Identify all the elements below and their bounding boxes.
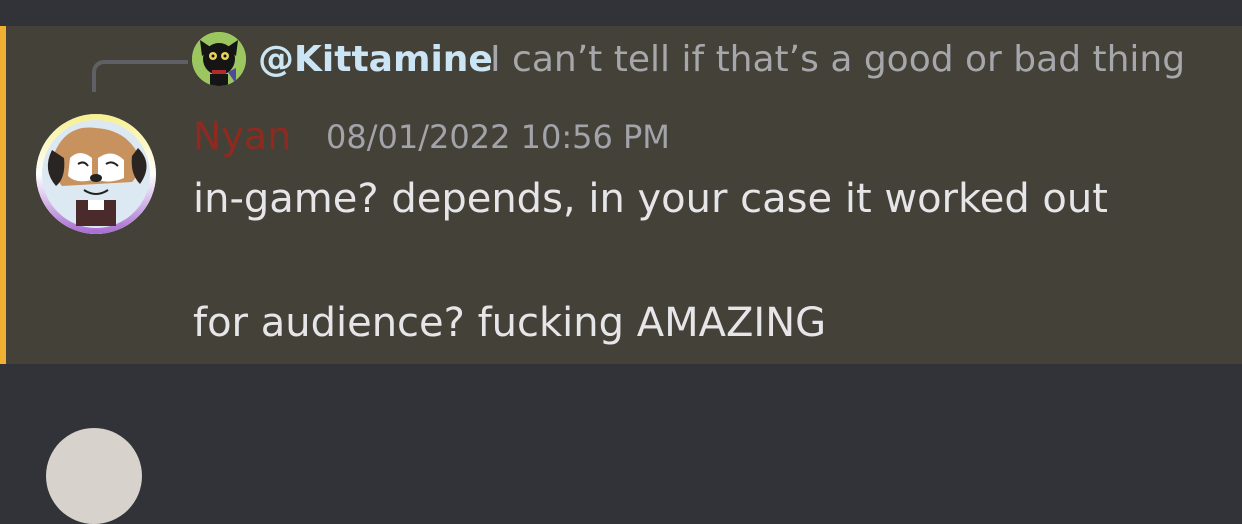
black-cat-icon [192,32,246,86]
message-text-line: for audience? fucking AMAZING [193,300,827,346]
reply-avatar[interactable] [192,32,246,86]
top-strip [0,0,1242,26]
reply-author-name[interactable]: @Kittamine [258,36,493,84]
reply-connector [92,60,188,92]
message-author-name[interactable]: Nyan [193,110,291,162]
next-message-avatar[interactable] [46,428,142,524]
message-timestamp: 08/01/2022 10:56 PM [326,118,670,156]
reply-preview-text[interactable]: I can’t tell if that’s a good or bad thi… [490,36,1185,84]
dog-character-icon [36,114,156,234]
author-avatar[interactable] [36,114,156,234]
mention-accent-bar [0,26,6,364]
message-text-line: in-game? depends, in your case it worked… [193,176,1108,222]
